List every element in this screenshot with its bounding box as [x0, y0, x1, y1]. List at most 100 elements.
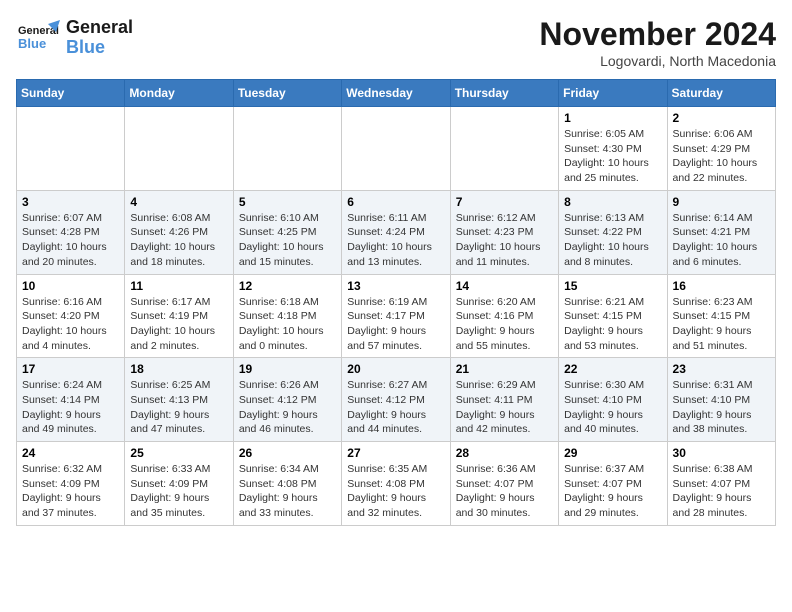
svg-text:Blue: Blue: [18, 36, 46, 51]
day-number: 16: [673, 279, 770, 293]
logo: General Blue GeneralBlue: [16, 16, 133, 60]
day-number: 9: [673, 195, 770, 209]
day-info: Sunrise: 6:12 AMSunset: 4:23 PMDaylight:…: [456, 211, 553, 270]
day-info: Sunrise: 6:26 AMSunset: 4:12 PMDaylight:…: [239, 378, 336, 437]
day-info: Sunrise: 6:24 AMSunset: 4:14 PMDaylight:…: [22, 378, 119, 437]
day-info: Sunrise: 6:16 AMSunset: 4:20 PMDaylight:…: [22, 295, 119, 354]
day-number: 15: [564, 279, 661, 293]
empty-cell: [450, 107, 558, 191]
day-number: 21: [456, 362, 553, 376]
day-cell-17: 17 Sunrise: 6:24 AMSunset: 4:14 PMDayligh…: [17, 358, 125, 442]
day-number: 23: [673, 362, 770, 376]
page-header: General Blue GeneralBlue November 2024 L…: [16, 16, 776, 69]
day-cell-5: 5 Sunrise: 6:10 AMSunset: 4:25 PMDaylight…: [233, 190, 341, 274]
day-info: Sunrise: 6:27 AMSunset: 4:12 PMDaylight:…: [347, 378, 444, 437]
day-cell-22: 22 Sunrise: 6:30 AMSunset: 4:10 PMDayligh…: [559, 358, 667, 442]
day-cell-12: 12 Sunrise: 6:18 AMSunset: 4:18 PMDayligh…: [233, 274, 341, 358]
day-cell-23: 23 Sunrise: 6:31 AMSunset: 4:10 PMDayligh…: [667, 358, 775, 442]
day-number: 17: [22, 362, 119, 376]
day-number: 6: [347, 195, 444, 209]
day-info: Sunrise: 6:29 AMSunset: 4:11 PMDaylight:…: [456, 378, 553, 437]
location-subtitle: Logovardi, North Macedonia: [539, 53, 776, 69]
day-info: Sunrise: 6:19 AMSunset: 4:17 PMDaylight:…: [347, 295, 444, 354]
weekday-header-thursday: Thursday: [450, 80, 558, 107]
day-number: 5: [239, 195, 336, 209]
day-cell-29: 29 Sunrise: 6:37 AMSunset: 4:07 PMDayligh…: [559, 442, 667, 526]
day-info: Sunrise: 6:11 AMSunset: 4:24 PMDaylight:…: [347, 211, 444, 270]
day-cell-30: 30 Sunrise: 6:38 AMSunset: 4:07 PMDayligh…: [667, 442, 775, 526]
month-title: November 2024: [539, 16, 776, 53]
day-number: 11: [130, 279, 227, 293]
day-cell-16: 16 Sunrise: 6:23 AMSunset: 4:15 PMDayligh…: [667, 274, 775, 358]
week-row-5: 24 Sunrise: 6:32 AMSunset: 4:09 PMDayligh…: [17, 442, 776, 526]
day-info: Sunrise: 6:21 AMSunset: 4:15 PMDaylight:…: [564, 295, 661, 354]
day-info: Sunrise: 6:31 AMSunset: 4:10 PMDaylight:…: [673, 378, 770, 437]
day-info: Sunrise: 6:30 AMSunset: 4:10 PMDaylight:…: [564, 378, 661, 437]
day-number: 30: [673, 446, 770, 460]
day-number: 7: [456, 195, 553, 209]
day-info: Sunrise: 6:13 AMSunset: 4:22 PMDaylight:…: [564, 211, 661, 270]
calendar-table: SundayMondayTuesdayWednesdayThursdayFrid…: [16, 79, 776, 526]
day-cell-8: 8Sunrise: 6:13 AMSunset: 4:22 PMDaylight…: [559, 190, 667, 274]
weekday-header-wednesday: Wednesday: [342, 80, 450, 107]
day-cell-9: 9 Sunrise: 6:14 AMSunset: 4:21 PMDaylight…: [667, 190, 775, 274]
day-number: 14: [456, 279, 553, 293]
day-number: 27: [347, 446, 444, 460]
empty-cell: [233, 107, 341, 191]
day-number: 29: [564, 446, 661, 460]
day-info: Sunrise: 6:25 AMSunset: 4:13 PMDaylight:…: [130, 378, 227, 437]
day-info: Sunrise: 6:17 AMSunset: 4:19 PMDaylight:…: [130, 295, 227, 354]
day-cell-10: 10Sunrise: 6:16 AMSunset: 4:20 PMDayligh…: [17, 274, 125, 358]
weekday-header-sunday: Sunday: [17, 80, 125, 107]
day-info: Sunrise: 6:23 AMSunset: 4:15 PMDaylight:…: [673, 295, 770, 354]
day-number: 20: [347, 362, 444, 376]
day-cell-13: 13 Sunrise: 6:19 AMSunset: 4:17 PMDayligh…: [342, 274, 450, 358]
day-number: 4: [130, 195, 227, 209]
day-cell-14: 14 Sunrise: 6:20 AMSunset: 4:16 PMDayligh…: [450, 274, 558, 358]
day-cell-21: 21 Sunrise: 6:29 AMSunset: 4:11 PMDayligh…: [450, 358, 558, 442]
day-info: Sunrise: 6:10 AMSunset: 4:25 PMDaylight:…: [239, 211, 336, 270]
day-info: Sunrise: 6:33 AMSunset: 4:09 PMDaylight:…: [130, 462, 227, 521]
day-cell-28: 28 Sunrise: 6:36 AMSunset: 4:07 PMDayligh…: [450, 442, 558, 526]
day-info: Sunrise: 6:32 AMSunset: 4:09 PMDaylight:…: [22, 462, 119, 521]
logo-icon: General Blue: [16, 16, 60, 60]
empty-cell: [125, 107, 233, 191]
day-info: Sunrise: 6:20 AMSunset: 4:16 PMDaylight:…: [456, 295, 553, 354]
weekday-header-tuesday: Tuesday: [233, 80, 341, 107]
day-info: Sunrise: 6:37 AMSunset: 4:07 PMDaylight:…: [564, 462, 661, 521]
week-row-3: 10Sunrise: 6:16 AMSunset: 4:20 PMDayligh…: [17, 274, 776, 358]
day-number: 12: [239, 279, 336, 293]
day-cell-6: 6 Sunrise: 6:11 AMSunset: 4:24 PMDaylight…: [342, 190, 450, 274]
day-number: 22: [564, 362, 661, 376]
day-cell-7: 7 Sunrise: 6:12 AMSunset: 4:23 PMDaylight…: [450, 190, 558, 274]
day-cell-2: 2Sunrise: 6:06 AMSunset: 4:29 PMDaylight…: [667, 107, 775, 191]
weekday-header-saturday: Saturday: [667, 80, 775, 107]
week-row-1: 1 Sunrise: 6:05 AMSunset: 4:30 PMDaylight…: [17, 107, 776, 191]
day-number: 1: [564, 111, 661, 125]
day-cell-20: 20 Sunrise: 6:27 AMSunset: 4:12 PMDayligh…: [342, 358, 450, 442]
day-number: 3: [22, 195, 119, 209]
day-cell-15: 15 Sunrise: 6:21 AMSunset: 4:15 PMDayligh…: [559, 274, 667, 358]
day-info: Sunrise: 6:08 AMSunset: 4:26 PMDaylight:…: [130, 211, 227, 270]
day-cell-25: 25Sunrise: 6:33 AMSunset: 4:09 PMDayligh…: [125, 442, 233, 526]
title-block: November 2024 Logovardi, North Macedonia: [539, 16, 776, 69]
day-info: Sunrise: 6:06 AMSunset: 4:29 PMDaylight:…: [673, 127, 770, 186]
day-cell-24: 24 Sunrise: 6:32 AMSunset: 4:09 PMDayligh…: [17, 442, 125, 526]
day-info: Sunrise: 6:18 AMSunset: 4:18 PMDaylight:…: [239, 295, 336, 354]
day-number: 26: [239, 446, 336, 460]
day-info: Sunrise: 6:38 AMSunset: 4:07 PMDaylight:…: [673, 462, 770, 521]
week-row-2: 3 Sunrise: 6:07 AMSunset: 4:28 PMDaylight…: [17, 190, 776, 274]
day-info: Sunrise: 6:05 AMSunset: 4:30 PMDaylight:…: [564, 127, 661, 186]
day-number: 24: [22, 446, 119, 460]
day-info: Sunrise: 6:07 AMSunset: 4:28 PMDaylight:…: [22, 211, 119, 270]
day-cell-26: 26Sunrise: 6:34 AMSunset: 4:08 PMDayligh…: [233, 442, 341, 526]
day-number: 13: [347, 279, 444, 293]
logo-name: GeneralBlue: [66, 18, 133, 58]
day-info: Sunrise: 6:14 AMSunset: 4:21 PMDaylight:…: [673, 211, 770, 270]
weekday-header-monday: Monday: [125, 80, 233, 107]
day-info: Sunrise: 6:36 AMSunset: 4:07 PMDaylight:…: [456, 462, 553, 521]
day-cell-19: 19Sunrise: 6:26 AMSunset: 4:12 PMDayligh…: [233, 358, 341, 442]
day-cell-18: 18Sunrise: 6:25 AMSunset: 4:13 PMDayligh…: [125, 358, 233, 442]
day-info: Sunrise: 6:35 AMSunset: 4:08 PMDaylight:…: [347, 462, 444, 521]
day-number: 28: [456, 446, 553, 460]
